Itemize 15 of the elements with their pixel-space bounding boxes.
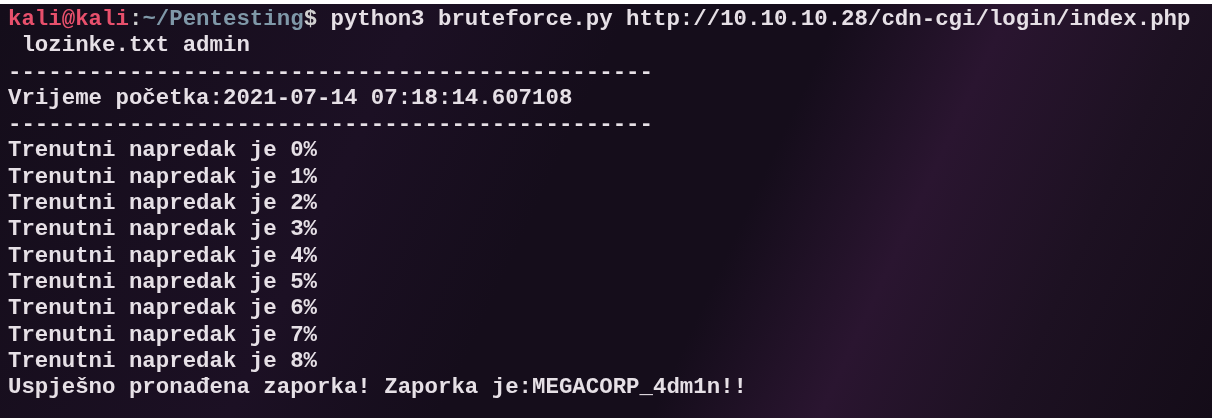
output-line: Trenutni napredak je 2%	[8, 190, 318, 217]
output-line: Trenutni napredak je 4%	[8, 242, 318, 269]
output-line: Uspješno pronađena zaporka! Zaporka je:MEGACORP_4dm1n!!	[8, 374, 747, 401]
output-line: Trenutni napredak je 0%	[8, 137, 318, 164]
output-line: Trenutni napredak je 5%	[8, 268, 318, 296]
output-line: Trenutni napredak je 6%	[8, 295, 318, 322]
output-line: Vrijeme početka:2021-07-14 07:18:14.607108	[8, 84, 573, 112]
output-line: Trenutni napredak je 7%	[8, 321, 318, 348]
output-line: ------------------------------------------------	[8, 58, 653, 85]
output-line: lozinke.txt admin	[20, 32, 250, 59]
output-line: Trenutni napredak je 3%	[8, 216, 318, 243]
output-line: ------------------------------------------------	[8, 111, 653, 138]
output-line: Trenutni napredak je 8%	[8, 347, 318, 375]
prompt-line: kali@kali:~/Pentesting$ python3 bruteforce.py http://10.10.10.28/cdn-cgi/login/index.php	[8, 6, 1192, 33]
output-line: Trenutni napredak je 1%	[8, 163, 318, 191]
